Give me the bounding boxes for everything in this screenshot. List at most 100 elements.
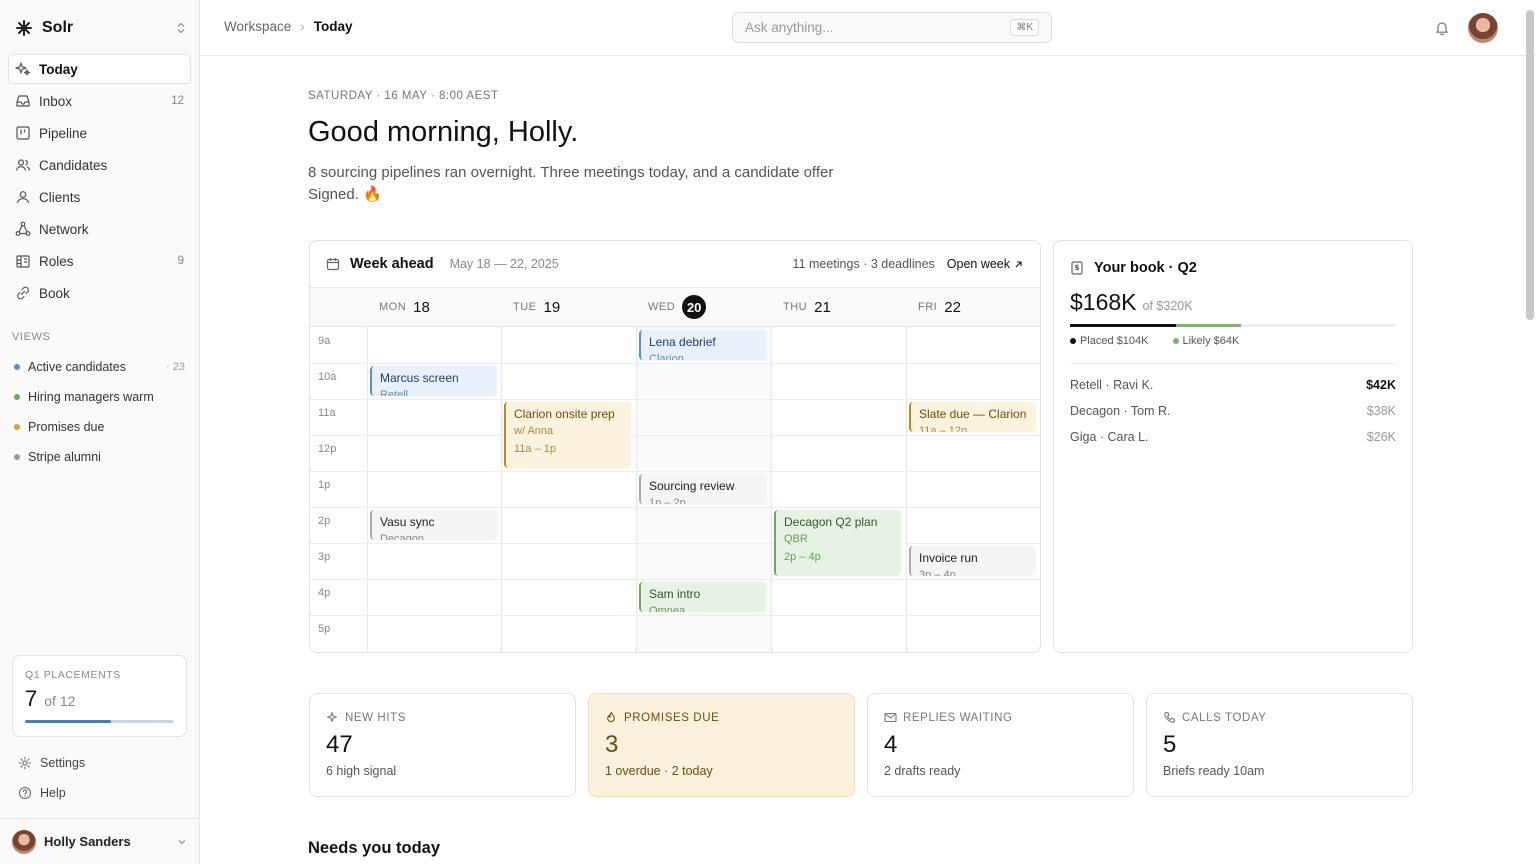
book-row-value: $38K xyxy=(1366,404,1396,418)
view-active-candidates[interactable]: Active candidates · 23 xyxy=(8,352,191,382)
nav-pipeline-label: Pipeline xyxy=(39,125,88,141)
week-ahead-card: Week ahead May 18 — 22, 2025 11 meetings… xyxy=(309,240,1041,653)
day-header-mon[interactable]: MON 18 xyxy=(367,287,502,327)
calendar-event[interactable]: Sam intro Omnea xyxy=(639,582,766,612)
day-date: 21 xyxy=(814,298,831,316)
stat-card-promises-due[interactable]: PROMISES DUE 3 1 overdue · 2 today xyxy=(588,693,855,797)
nav-book[interactable]: Book xyxy=(8,278,191,308)
day-header-thu[interactable]: THU 21 xyxy=(771,287,906,327)
day-header-fri[interactable]: FRI 22 xyxy=(906,287,1040,327)
user-name: Holly Sanders xyxy=(44,834,131,849)
view-promises-due[interactable]: Promises due xyxy=(8,412,191,442)
sidebar: Solr Today Inbox 12 Pipeline Candidates … xyxy=(0,0,200,864)
calendar-event[interactable]: Invoice run 3p – 4p xyxy=(909,546,1036,576)
day-name: TUE xyxy=(513,301,537,313)
hour-label: 1p xyxy=(318,479,331,491)
stat-card-new-hits[interactable]: NEW HITS 47 6 high signal xyxy=(309,693,576,797)
book-row[interactable]: Giga · Cara L. $26K xyxy=(1070,424,1396,450)
event-subtitle: 3p – 4p xyxy=(919,569,956,576)
open-week-link[interactable]: Open week xyxy=(947,257,1024,271)
stat-label: CALLS TODAY xyxy=(1182,711,1267,724)
calendar-event[interactable]: Sourcing review 1p – 2p xyxy=(639,474,766,504)
calendar-event[interactable]: Lena debrief Clarion xyxy=(639,330,766,360)
breadcrumb: Workspace › Today xyxy=(224,19,353,34)
hour-row xyxy=(310,615,1040,651)
saved-views: Active candidates · 23 Hiring managers w… xyxy=(8,352,191,472)
calendar-event[interactable]: Decagon Q2 plan QBR 2p – 4p xyxy=(774,510,901,576)
hour-label: 10a xyxy=(318,371,337,383)
q1-placements-card[interactable]: Q1 PLACEMENTS 7 of 12 xyxy=(12,655,187,737)
roles-count: 9 xyxy=(177,255,184,267)
legend-placed: Placed $104K xyxy=(1070,335,1161,347)
calendar-event[interactable]: Vasu sync Decagon xyxy=(370,510,497,540)
breadcrumb-current: Today xyxy=(313,19,353,34)
summary-line-1: 8 sourcing pipelines ran overnight. Thre… xyxy=(308,164,834,181)
breadcrumb-workspace[interactable]: Workspace xyxy=(224,19,291,34)
event-subtitle: w/ Anna xyxy=(514,425,554,437)
stat-card-replies-waiting[interactable]: REPLIES WAITING 4 2 drafts ready xyxy=(867,693,1134,797)
day-header-wed[interactable]: WED 20 xyxy=(636,287,771,327)
week-grid: MON 18 TUE 19 WED 20 THU 21 FRI 22 9a 10a 11a 12p 1p 2p… xyxy=(310,287,1040,652)
nav-inbox[interactable]: Inbox 12 xyxy=(8,86,191,116)
book-target: of $320K xyxy=(1142,299,1193,313)
legend-placed-label: Placed $104K xyxy=(1080,335,1149,347)
inbox-icon xyxy=(16,95,30,107)
workspace-switcher[interactable]: Solr xyxy=(14,14,192,42)
date-eyebrow: SATURDAY · 16 MAY · 8:00 AEST xyxy=(308,90,499,102)
event-subtitle: Retell xyxy=(380,389,409,396)
book-card[interactable]: Your book · Q2 $168K of $320K Placed $10… xyxy=(1053,240,1413,653)
needs-today-heading: Needs you today xyxy=(308,839,441,857)
gear-icon xyxy=(18,756,32,770)
profile-avatar[interactable] xyxy=(1468,13,1498,43)
app-name: Solr xyxy=(42,19,74,36)
nav-today[interactable]: Today xyxy=(8,54,191,84)
nav-pipeline[interactable]: Pipeline xyxy=(8,118,191,148)
view-stripe-alumni[interactable]: Stripe alumni xyxy=(8,442,191,472)
nav-clients-label: Clients xyxy=(39,189,81,205)
stat-sub: 6 high signal xyxy=(326,764,397,778)
event-title: Sam intro xyxy=(649,587,701,601)
nav-candidates[interactable]: Candidates xyxy=(8,150,191,180)
stat-value: 47 xyxy=(326,731,353,758)
stat-value: 5 xyxy=(1163,731,1177,758)
nav-network-label: Network xyxy=(39,221,89,237)
search-input[interactable]: Ask anything... ⌘K xyxy=(732,12,1052,43)
event-title: Sourcing review xyxy=(649,479,735,493)
stat-label: NEW HITS xyxy=(345,711,407,724)
event-title: Marcus screen xyxy=(380,371,459,385)
calendar-icon xyxy=(326,258,340,271)
view-dot xyxy=(14,454,20,460)
view-hiring-managers-warm[interactable]: Hiring managers warm xyxy=(8,382,191,412)
bell-icon[interactable] xyxy=(1434,20,1450,36)
breadcrumb-separator-icon: › xyxy=(300,19,305,34)
stat-value: 4 xyxy=(884,731,898,758)
scrollbar-thumb[interactable] xyxy=(1526,10,1534,320)
calendar-event[interactable]: Clarion onsite prep w/ Anna 11a – 1p xyxy=(504,402,631,468)
nav-network[interactable]: Network xyxy=(8,214,191,244)
legend-likely-label: Likely $64K xyxy=(1182,335,1240,347)
help-link[interactable]: Help xyxy=(12,779,187,807)
nav-roles[interactable]: Roles 9 xyxy=(8,246,191,276)
user-menu[interactable]: Holly Sanders xyxy=(0,818,199,864)
book-row-value: $42K xyxy=(1366,378,1396,392)
search-shortcut: ⌘K xyxy=(1010,19,1039,36)
calendar-event[interactable]: Marcus screen Retell xyxy=(370,366,497,396)
stat-card-calls-today[interactable]: CALLS TODAY 5 Briefs ready 10am xyxy=(1146,693,1413,797)
book-title: Your book · Q2 xyxy=(1094,260,1197,276)
nav-today-label: Today xyxy=(39,61,78,77)
event-title: Invoice run xyxy=(919,551,978,565)
stat-sub: Briefs ready 10am xyxy=(1163,764,1265,778)
book-row[interactable]: Retell · Ravi K. $42K xyxy=(1070,372,1396,398)
greeting-heading: Good morning, Holly. xyxy=(308,116,579,148)
stat-label-row: CALLS TODAY xyxy=(1163,711,1396,724)
book-row-label: Retell · Ravi K. xyxy=(1070,378,1154,392)
calendar-event[interactable]: Slate due — Clarion 11a – 12p xyxy=(909,402,1036,432)
day-header-tue[interactable]: TUE 19 xyxy=(501,287,636,327)
nav-clients[interactable]: Clients xyxy=(8,182,191,212)
book-row[interactable]: Decagon · Tom R. $38K xyxy=(1070,398,1396,424)
settings-link[interactable]: Settings xyxy=(12,749,187,777)
hour-label: 3p xyxy=(318,551,331,563)
nav-roles-label: Roles xyxy=(39,253,74,269)
building-icon xyxy=(16,255,30,268)
mail-icon xyxy=(884,712,897,723)
